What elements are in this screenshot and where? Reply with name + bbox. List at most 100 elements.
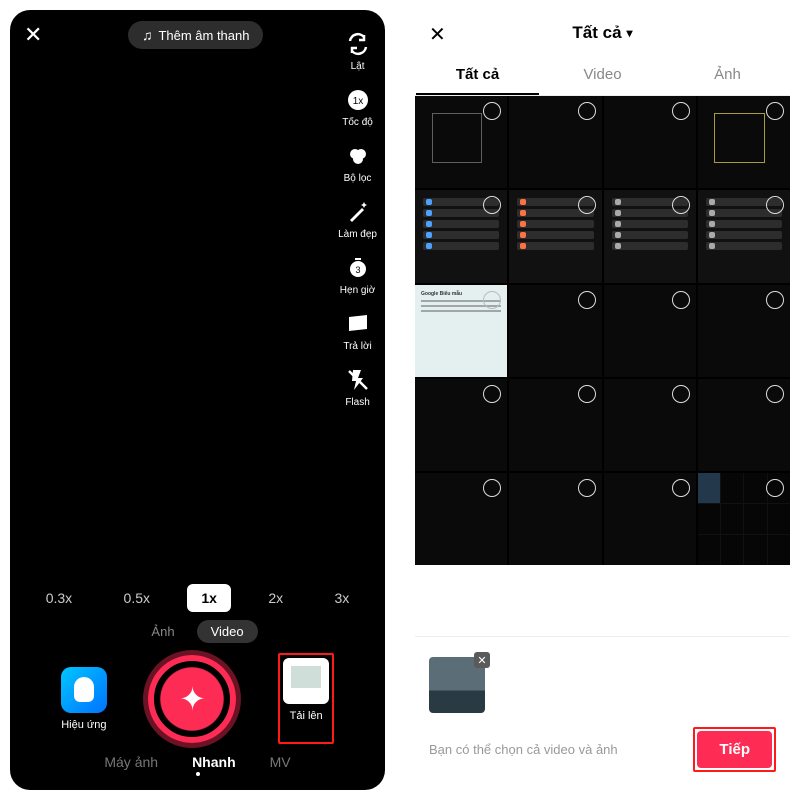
- select-ring-icon: [672, 102, 690, 120]
- filter-icon: [344, 142, 372, 170]
- effects-icon: [61, 667, 107, 713]
- mode-indicator: [10, 772, 385, 790]
- beauty-wand-icon: [344, 198, 372, 226]
- selected-row: ✕: [429, 657, 485, 713]
- media-type-toggle: Ảnh Video: [10, 620, 385, 643]
- flash-off-icon: [344, 366, 372, 394]
- speed-0-3x[interactable]: 0.3x: [32, 584, 86, 612]
- select-ring-icon: [578, 385, 596, 403]
- capture-modes: Máy ảnh Nhanh MV: [10, 750, 385, 772]
- upload-button[interactable]: Tải lên: [283, 658, 329, 722]
- reply-icon: [344, 310, 372, 338]
- select-ring-icon: [766, 385, 784, 403]
- record-button[interactable]: ✦: [148, 655, 236, 743]
- select-ring-icon: [766, 479, 784, 497]
- side-toolbar: Lật 1x Tốc độ Bộ lọc Làm đẹp 3 Hẹn giờ T…: [338, 30, 377, 408]
- select-ring-icon: [483, 479, 501, 497]
- select-ring-icon: [483, 385, 501, 403]
- tool-reply[interactable]: Trả lời: [338, 310, 377, 352]
- media-video[interactable]: Video: [197, 620, 258, 643]
- tool-filter[interactable]: Bộ lọc: [338, 142, 377, 184]
- media-cell[interactable]: [509, 473, 601, 565]
- speed-icon: 1x: [344, 86, 372, 114]
- media-cell[interactable]: [509, 285, 601, 377]
- media-cell[interactable]: [509, 96, 601, 188]
- media-cell[interactable]: [604, 473, 696, 565]
- picker-topbar: ✕ Tất cả ▾: [415, 10, 790, 56]
- speed-2x[interactable]: 2x: [254, 584, 297, 612]
- picker-hint: Bạn có thể chọn cả video và ảnh: [429, 742, 618, 757]
- media-cell[interactable]: Google Biểu mẫu: [415, 285, 507, 377]
- speed-0-5x[interactable]: 0.5x: [110, 584, 164, 612]
- select-ring-icon: [483, 102, 501, 120]
- selected-thumbnail[interactable]: ✕: [429, 657, 485, 713]
- upload-highlight: Tải lên: [278, 653, 334, 744]
- effects-button[interactable]: Hiệu ứng: [61, 667, 107, 731]
- picker-tabs: Tất cả Video Ảnh: [415, 56, 790, 96]
- speed-selector: 0.3x 0.5x 1x 2x 3x: [10, 580, 385, 616]
- tool-speed[interactable]: 1x Tốc độ: [338, 86, 377, 128]
- select-ring-icon: [578, 102, 596, 120]
- media-cell[interactable]: [698, 473, 790, 565]
- upload-thumbnail-icon: [283, 658, 329, 704]
- tool-timer[interactable]: 3 Hẹn giờ: [338, 254, 377, 296]
- tab-video[interactable]: Video: [541, 56, 665, 95]
- mode-camera[interactable]: Máy ảnh: [104, 754, 158, 770]
- select-ring-icon: [672, 385, 690, 403]
- media-photo[interactable]: Ảnh: [137, 620, 188, 643]
- svg-text:3: 3: [355, 265, 360, 275]
- media-cell[interactable]: [415, 96, 507, 188]
- bottom-actions: Hiệu ứng ✦ Tải lên: [10, 643, 385, 750]
- media-cell[interactable]: [415, 190, 507, 282]
- tool-beauty[interactable]: Làm đẹp: [338, 198, 377, 240]
- tool-flash[interactable]: Flash: [338, 366, 377, 408]
- tool-flip[interactable]: Lật: [338, 30, 377, 72]
- media-cell[interactable]: [604, 285, 696, 377]
- next-button[interactable]: Tiếp: [697, 731, 772, 768]
- flip-icon: [344, 30, 372, 58]
- recorder-topbar: ✕ ♫ Thêm âm thanh: [10, 10, 385, 60]
- sparkle-icon: ✦: [179, 680, 206, 718]
- mode-quick[interactable]: Nhanh: [192, 754, 236, 770]
- album-dropdown[interactable]: Tất cả ▾: [572, 23, 632, 43]
- recorder-screen: ✕ ♫ Thêm âm thanh Lật 1x Tốc độ Bộ lọc L…: [10, 10, 385, 790]
- media-cell[interactable]: [604, 96, 696, 188]
- select-ring-icon: [578, 196, 596, 214]
- select-ring-icon: [483, 291, 501, 309]
- tab-photo[interactable]: Ảnh: [666, 56, 790, 95]
- media-grid: Google Biểu mẫu: [415, 96, 790, 565]
- select-ring-icon: [672, 291, 690, 309]
- chevron-down-icon: ▾: [627, 26, 633, 40]
- media-cell[interactable]: [698, 285, 790, 377]
- media-cell[interactable]: [604, 190, 696, 282]
- select-ring-icon: [578, 291, 596, 309]
- picker-bottom-bar: ✕ Bạn có thể chọn cả video và ảnh Tiếp: [415, 636, 790, 790]
- mode-mv[interactable]: MV: [270, 754, 291, 770]
- select-ring-icon: [766, 102, 784, 120]
- tab-all[interactable]: Tất cả: [416, 56, 540, 95]
- add-sound-label: Thêm âm thanh: [158, 28, 249, 43]
- media-cell[interactable]: [415, 379, 507, 471]
- select-ring-icon: [766, 291, 784, 309]
- media-cell[interactable]: [509, 379, 601, 471]
- close-icon[interactable]: ✕: [429, 22, 446, 47]
- media-cell[interactable]: [698, 96, 790, 188]
- media-cell[interactable]: [509, 190, 601, 282]
- media-cell[interactable]: [604, 379, 696, 471]
- media-cell[interactable]: [415, 473, 507, 565]
- remove-thumb-icon[interactable]: ✕: [474, 652, 490, 668]
- media-cell[interactable]: [698, 379, 790, 471]
- select-ring-icon: [672, 196, 690, 214]
- picker-screen: ✕ Tất cả ▾ Tất cả Video Ảnh Google Biểu …: [415, 10, 790, 790]
- next-highlight: Tiếp: [693, 727, 776, 772]
- svg-text:1x: 1x: [352, 96, 363, 107]
- music-note-icon: ♫: [142, 27, 153, 43]
- add-sound-button[interactable]: ♫ Thêm âm thanh: [128, 21, 264, 49]
- select-ring-icon: [578, 479, 596, 497]
- select-ring-icon: [672, 479, 690, 497]
- close-icon[interactable]: ✕: [24, 22, 42, 48]
- timer-icon: 3: [344, 254, 372, 282]
- media-cell[interactable]: [698, 190, 790, 282]
- speed-3x[interactable]: 3x: [321, 584, 364, 612]
- speed-1x[interactable]: 1x: [187, 584, 231, 612]
